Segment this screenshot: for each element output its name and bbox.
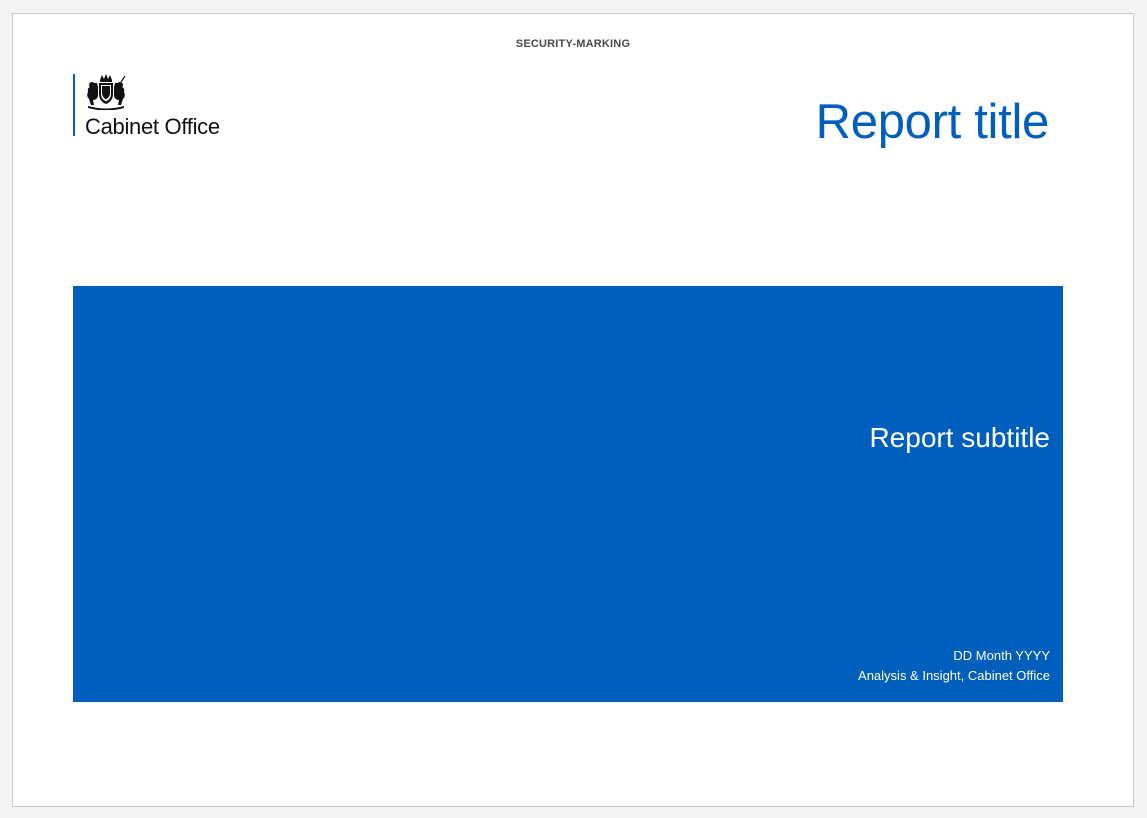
report-subtitle: Report subtitle — [869, 422, 1050, 453]
cover-banner: Report subtitle DD Month YYYY Analysis &… — [73, 286, 1063, 702]
report-cover-page: SECURITY-MARKING Cabinet Office Report t… — [12, 13, 1134, 807]
organisation-name: Cabinet Office — [85, 114, 220, 139]
report-author: Analysis & Insight, Cabinet Office — [858, 668, 1050, 683]
security-marking: SECURITY-MARKING — [515, 38, 631, 50]
report-title: Report title — [815, 95, 1050, 149]
report-date: DD Month YYYY — [953, 648, 1050, 663]
report-meta: DD Month YYYY Analysis & Insight, Cabine… — [858, 646, 1050, 686]
royal-crest-icon — [87, 74, 126, 110]
organisation-logo: Cabinet Office — [73, 74, 220, 139]
